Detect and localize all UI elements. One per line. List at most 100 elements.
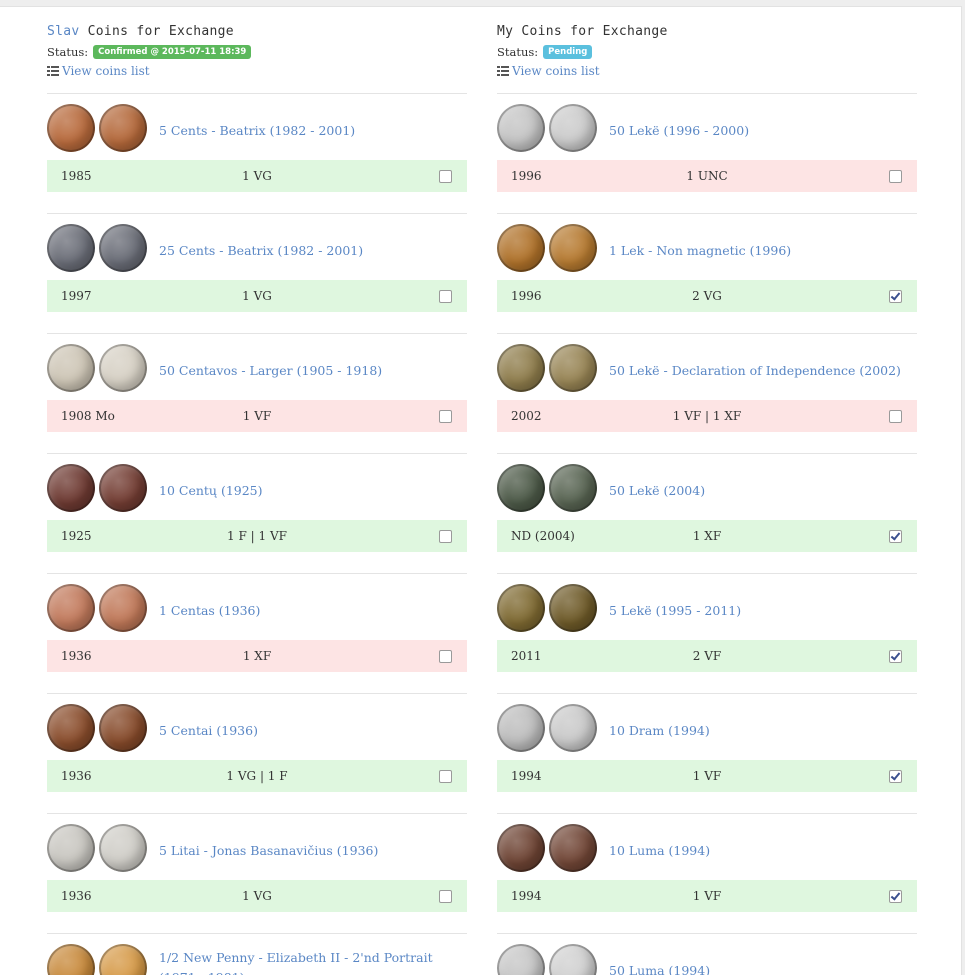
coin-reverse-image[interactable] (549, 224, 597, 272)
coin-reverse-image[interactable] (549, 704, 597, 752)
coin-obverse-image[interactable] (497, 224, 545, 272)
view-coins-list-link[interactable]: View coins list (497, 64, 600, 78)
coin-header-row: 50 Lekë (1996 - 2000) (497, 94, 917, 160)
partner-name-link[interactable]: Slav (47, 24, 80, 39)
entry-spacer (497, 552, 917, 573)
coin-entry: 5 Lekë (1995 - 2011) 2011 2 VF (497, 574, 917, 694)
select-checkbox[interactable] (889, 170, 902, 183)
coin-entry: 5 Cents - Beatrix (1982 - 2001) 1985 1 VG (47, 94, 467, 214)
select-checkbox[interactable] (889, 890, 902, 903)
select-checkbox[interactable] (889, 410, 902, 423)
select-checkbox[interactable] (439, 650, 452, 663)
coin-obverse-image[interactable] (497, 104, 545, 152)
coin-reverse-image[interactable] (549, 584, 597, 632)
coin-obverse-image[interactable] (497, 704, 545, 752)
coin-name-link[interactable]: 5 Litai - Jonas Basanavičius (1936) (159, 841, 459, 861)
coin-obverse-image[interactable] (47, 344, 95, 392)
coin-entry: 50 Centavos - Larger (1905 - 1918) 1908 M… (47, 334, 467, 454)
select-checkbox[interactable] (439, 770, 452, 783)
coin-name-link[interactable]: 5 Centai (1936) (159, 721, 459, 741)
entry-spacer (497, 792, 917, 813)
coin-header-row: 10 Luma (1994) (497, 814, 917, 880)
entry-spacer (47, 912, 467, 933)
coin-obverse-image[interactable] (47, 704, 95, 752)
coin-obverse-image[interactable] (47, 224, 95, 272)
coin-header-row: 5 Lekë (1995 - 2011) (497, 574, 917, 640)
coin-reverse-image[interactable] (99, 824, 147, 872)
select-checkbox[interactable] (439, 410, 452, 423)
coin-reverse-image[interactable] (99, 224, 147, 272)
entry-spacer (497, 312, 917, 333)
my-coins-column: My Coins for Exchange Status: Pending Vi… (497, 7, 917, 975)
partner-title-text: Coins for Exchange (79, 24, 234, 39)
coin-reverse-image[interactable] (549, 464, 597, 512)
view-coins-list-link[interactable]: View coins list (47, 64, 150, 78)
entry-spacer (497, 432, 917, 453)
entry-spacer (47, 312, 467, 333)
select-checkbox[interactable] (439, 530, 452, 543)
select-checkbox[interactable] (889, 770, 902, 783)
coin-grade: 1 F | 1 VF (227, 529, 287, 543)
coin-obverse-image[interactable] (497, 464, 545, 512)
coin-obverse-image[interactable] (47, 824, 95, 872)
coin-obverse-image[interactable] (497, 344, 545, 392)
coin-reverse-image[interactable] (549, 944, 597, 975)
coin-grade: 2 VG (692, 289, 722, 303)
select-checkbox[interactable] (889, 650, 902, 663)
coin-name-link[interactable]: 1 Lek - Non magnetic (1996) (609, 241, 909, 261)
coin-obverse-image[interactable] (47, 464, 95, 512)
coin-reverse-image[interactable] (549, 824, 597, 872)
coin-obverse-image[interactable] (47, 584, 95, 632)
coin-detail-row: 1985 1 VG (47, 160, 467, 192)
entry-spacer (497, 912, 917, 933)
coin-reverse-image[interactable] (99, 584, 147, 632)
coin-obverse-image[interactable] (497, 824, 545, 872)
coin-name-link[interactable]: 10 Dram (1994) (609, 721, 909, 741)
coin-name-link[interactable]: 25 Cents - Beatrix (1982 - 2001) (159, 241, 459, 261)
partner-coin-list: 5 Cents - Beatrix (1982 - 2001) 1985 1 VG 2… (47, 94, 467, 975)
coin-obverse-image[interactable] (47, 104, 95, 152)
coin-obverse-image[interactable] (497, 944, 545, 975)
coin-obverse-image[interactable] (47, 944, 95, 975)
my-title: My Coins for Exchange (497, 24, 668, 39)
coin-name-link[interactable]: 50 Lekë - Declaration of Independence (2… (609, 361, 909, 381)
coin-reverse-image[interactable] (549, 344, 597, 392)
coin-detail-row: 1908 Mo 1 VF (47, 400, 467, 432)
coin-name-link[interactable]: 5 Cents - Beatrix (1982 - 2001) (159, 121, 459, 141)
coin-header-row: 1 Lek - Non magnetic (1996) (497, 214, 917, 280)
select-checkbox[interactable] (439, 290, 452, 303)
my-title-text: My Coins for Exchange (497, 24, 668, 39)
select-checkbox[interactable] (439, 170, 452, 183)
coin-header-row: 5 Litai - Jonas Basanavičius (1936) (47, 814, 467, 880)
coin-detail-row: 2011 2 VF (497, 640, 917, 672)
coin-reverse-image[interactable] (99, 944, 147, 975)
coin-name-link[interactable]: 10 Centų (1925) (159, 481, 459, 501)
coin-name-link[interactable]: 50 Centavos - Larger (1905 - 1918) (159, 361, 459, 381)
partner-coins-column: Slav Coins for Exchange Status: Confirme… (47, 7, 467, 975)
select-checkbox[interactable] (439, 890, 452, 903)
coin-obverse-image[interactable] (497, 584, 545, 632)
coin-header-row: 50 Luma (1994) (497, 934, 917, 975)
coin-name-link[interactable]: 50 Lekë (2004) (609, 481, 909, 501)
partner-status: Status: Confirmed @ 2015-07-11 18:39 (47, 45, 252, 59)
select-checkbox[interactable] (889, 290, 902, 303)
status-label: Status: (47, 45, 89, 59)
coin-name-link[interactable]: 10 Luma (1994) (609, 841, 909, 861)
coin-name-link[interactable]: 5 Lekë (1995 - 2011) (609, 601, 909, 621)
coin-reverse-image[interactable] (549, 104, 597, 152)
coin-detail-row: 1936 1 VG | 1 F (47, 760, 467, 792)
coin-grade: 1 VG | 1 F (226, 769, 288, 783)
coin-reverse-image[interactable] (99, 344, 147, 392)
coin-reverse-image[interactable] (99, 704, 147, 752)
coin-name-link[interactable]: 50 Lekë (1996 - 2000) (609, 121, 909, 141)
coin-name-link[interactable]: 1 Centas (1936) (159, 601, 459, 621)
coin-name-link[interactable]: 1/2 New Penny - Elizabeth II - 2'nd Port… (159, 948, 459, 975)
coin-grade: 1 XF (242, 649, 272, 663)
coin-reverse-image[interactable] (99, 104, 147, 152)
coin-reverse-image[interactable] (99, 464, 147, 512)
coin-header-row: 1 Centas (1936) (47, 574, 467, 640)
coin-name-link[interactable]: 50 Luma (1994) (609, 961, 909, 975)
select-checkbox[interactable] (889, 530, 902, 543)
coin-grade: 1 VF (242, 409, 272, 423)
coin-header-row: 1/2 New Penny - Elizabeth II - 2'nd Port… (47, 934, 467, 975)
